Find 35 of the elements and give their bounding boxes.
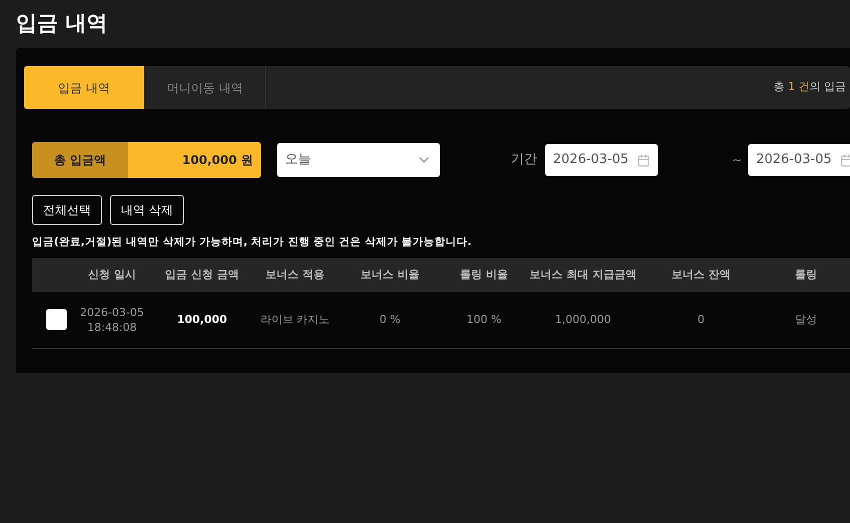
column-header: 보너스 적용 (264, 266, 326, 282)
tab[interactable]: 머니이동 내역 (145, 66, 266, 109)
page-title: 입금 내역 (16, 10, 108, 38)
calendar-icon (840, 154, 850, 166)
row-checkbox[interactable] (46, 309, 66, 330)
date-value: 2026-03-05 (553, 151, 629, 170)
table-cell-text: 1,000,000 (554, 312, 612, 328)
date-value: 2026-03-05 (756, 151, 832, 170)
column-header: 롤링 비율 (459, 266, 509, 282)
table-cell-text: 달성 (794, 312, 818, 328)
notice-text: 입금(완료,거절)된 내역만 삭제가 가능하며, 처리가 진행 중인 건은 삭제가 불가능합니다. (32, 235, 472, 250)
calendar-icon (637, 154, 650, 166)
table-cell: 라이브 카지노 (260, 312, 330, 328)
column-header: 보너스 비율 (360, 266, 420, 282)
period-label: 기간 (511, 151, 537, 170)
column-header: 보너스 잔액 (670, 266, 732, 282)
column-header: 입금 신청 금액 (164, 266, 240, 282)
column-header: 롤링 (794, 266, 818, 282)
tab[interactable]: 입금 내역 (24, 66, 145, 109)
date-field[interactable]: 2026-03-05 (748, 144, 850, 176)
table-cell-text: 100 % (466, 312, 502, 328)
table-cell: 2026-03-05 18:48:08 (80, 304, 144, 335)
column-header: 신청 일시 (87, 266, 137, 282)
delete-button[interactable]: 내역 삭제 (110, 195, 184, 225)
column-header: 보너스 최대 지급금액 (528, 266, 638, 282)
table-cell-text: 100,000 (176, 312, 228, 328)
table-cell-text: 0 (696, 312, 706, 328)
record-count: 총 1 건의 입금 (774, 79, 847, 96)
total-amount: 100,000 원 (128, 142, 261, 178)
date-field[interactable]: 2026-03-05 (545, 144, 658, 176)
table-cell-text: 0 % (378, 312, 402, 328)
period-select[interactable]: 오늘 (277, 143, 440, 177)
total-label: 총 입금액 (32, 142, 128, 178)
range-separator: ~ (732, 152, 742, 169)
select-all-button[interactable]: 전체선택 (32, 195, 102, 225)
